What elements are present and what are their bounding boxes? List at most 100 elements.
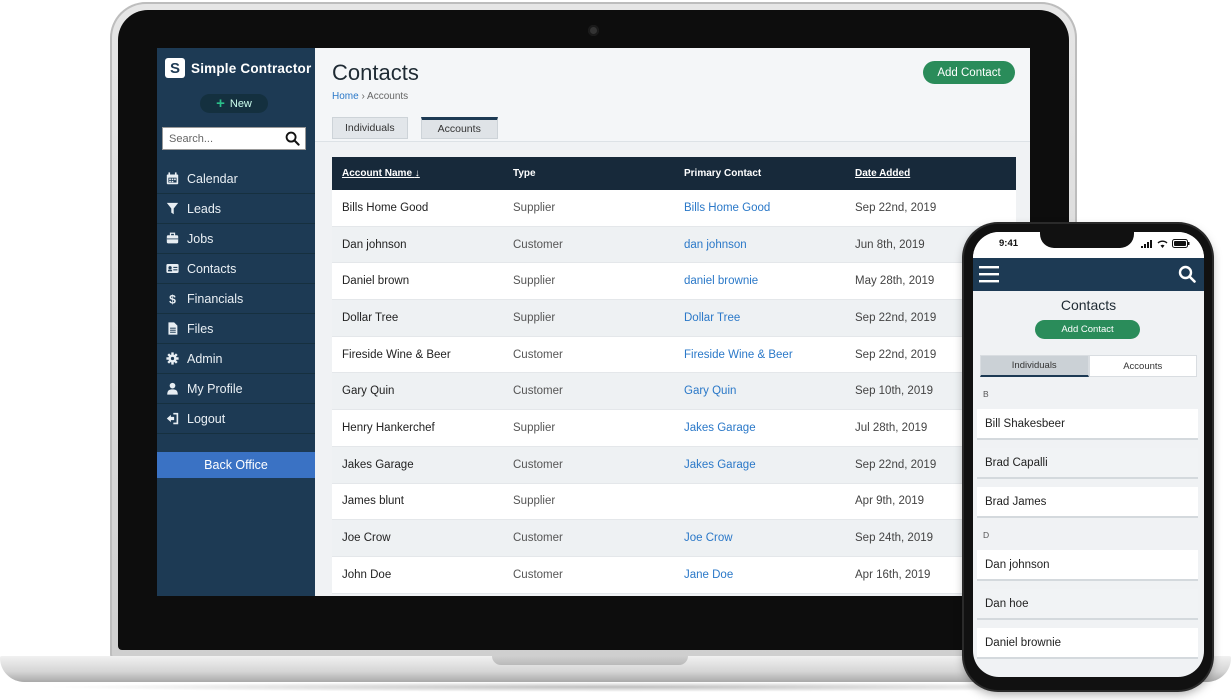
account-name-cell: Daniel brown	[342, 275, 410, 288]
type-cell: Supplier	[513, 311, 556, 324]
list-item[interactable]: Brad Capalli	[977, 448, 1198, 479]
breadcrumb-home-link[interactable]: Home	[332, 91, 359, 102]
tab-accounts[interactable]: Accounts	[420, 117, 498, 139]
list-item[interactable]: Bill Shakesbeer	[977, 409, 1198, 440]
column-header-account-name[interactable]: Account Name ↓	[332, 168, 503, 179]
table-header: Account Name ↓ Type Primary Contact Date…	[332, 157, 1016, 190]
sidebar-item-jobs[interactable]: Jobs	[157, 224, 315, 254]
mobile-app-bar	[973, 258, 1204, 291]
mobile-page-title: Contacts	[1060, 297, 1117, 313]
primary-contact-link[interactable]: Bills Home Good	[674, 202, 845, 214]
primary-contact-link[interactable]: Jane Doe	[674, 569, 845, 581]
column-header-date-added[interactable]: Date Added	[845, 168, 1016, 179]
section-letter: B	[983, 389, 989, 399]
primary-contact-link[interactable]: Dollar Tree	[674, 312, 845, 324]
sidebar-item-financials[interactable]: $ Financials	[157, 284, 315, 314]
table-row[interactable]: Daniel brown Supplier daniel brownie May 28…	[332, 263, 1016, 301]
svg-text:$: $	[169, 292, 176, 305]
mobile-tab-individuals[interactable]: Individuals	[980, 355, 1089, 377]
desktop-app-screen: S Simple Contractor + New Calendar Leads…	[157, 48, 1030, 596]
mobile-tab-accounts[interactable]: Accounts	[1088, 355, 1197, 377]
sidebar-item-calendar[interactable]: Calendar	[157, 164, 315, 194]
search-icon[interactable]	[285, 131, 300, 146]
type-cell: Customer	[513, 532, 563, 545]
search-input[interactable]	[169, 132, 279, 145]
phone-notch	[1040, 228, 1134, 248]
page-title: Contacts	[332, 60, 419, 85]
sidebar-item-label: Jobs	[187, 231, 214, 246]
back-office-button[interactable]: Back Office	[157, 452, 315, 478]
new-button-label: New	[229, 97, 252, 110]
brand[interactable]: S Simple Contractor	[165, 58, 311, 78]
table-row[interactable]: Dollar Tree Supplier Dollar Tree Sep 22nd, …	[332, 300, 1016, 337]
sidebar-item-admin[interactable]: Admin	[157, 344, 315, 374]
sidebar-item-label: Leads	[187, 201, 222, 216]
list-item[interactable]: Daniel brownie	[977, 628, 1198, 659]
primary-contact-link[interactable]: dan johnson	[674, 239, 845, 251]
table-row[interactable]: Dan johnson Customer dan johnson Jun 8th, 2…	[332, 226, 1016, 264]
sidebar-item-contacts[interactable]: Contacts	[157, 254, 315, 284]
type-cell: Customer	[513, 385, 563, 398]
sidebar-item-label: Logout	[187, 411, 226, 426]
sidebar-item-label: Admin	[187, 351, 223, 366]
account-name-cell: Dollar Tree	[342, 311, 399, 324]
sidebar-item-logout[interactable]: Logout	[157, 404, 315, 434]
account-name-cell: Fireside Wine & Beer	[342, 348, 451, 361]
search-box	[162, 127, 306, 150]
account-name-cell: Joe Crow	[342, 532, 391, 545]
primary-contact-link[interactable]: daniel brownie	[674, 275, 845, 287]
hamburger-menu-icon[interactable]	[979, 265, 999, 283]
search-icon[interactable]	[1178, 265, 1196, 283]
type-cell: Supplier	[513, 275, 556, 288]
sidebar-item-label: My Profile	[187, 381, 243, 396]
primary-contact-link[interactable]: Gary Quin	[674, 385, 845, 397]
mobile-add-contact-button[interactable]: Add Contact	[1035, 320, 1140, 339]
table-row[interactable]: Gary Quin Customer Gary Quin Sep 10th, 2019	[332, 373, 1016, 411]
page-header: Contacts Home › Accounts Add Contact Ind…	[315, 48, 1030, 142]
sidebar-item-files[interactable]: Files	[157, 314, 315, 344]
file-icon	[157, 322, 187, 335]
account-name-cell: Henry Hankerchef	[342, 421, 435, 434]
breadcrumb-current: Accounts	[367, 91, 409, 102]
primary-contact-link[interactable]: Jakes Garage	[674, 422, 845, 434]
table-row[interactable]: James blunt Supplier Apr 9th, 2019	[332, 483, 1016, 521]
table-row[interactable]: John Doe Customer Jane Doe Apr 16th, 2019	[332, 556, 1016, 594]
contact-card-icon	[157, 262, 187, 275]
type-cell: Customer	[513, 238, 563, 251]
list-item[interactable]: Brad James	[977, 487, 1198, 518]
primary-contact-link[interactable]: Fireside Wine & Beer	[674, 349, 845, 361]
table-row[interactable]: Jakes Garage Customer Jakes Garage Sep 22nd…	[332, 446, 1016, 484]
filter-icon	[157, 202, 187, 215]
account-name-cell: Gary Quin	[342, 385, 395, 398]
table-body: Bills Home Good Supplier Bills Home Good Se…	[332, 190, 1016, 594]
briefcase-icon	[157, 232, 187, 245]
breadcrumb: Home › Accounts	[332, 91, 408, 102]
sidebar-item-leads[interactable]: Leads	[157, 194, 315, 224]
column-header-primary-contact: Primary Contact	[684, 168, 762, 179]
wifi-icon	[1157, 240, 1168, 248]
user-icon	[157, 382, 187, 395]
column-header-label: Account Name	[342, 168, 413, 179]
gear-icon	[157, 352, 187, 365]
account-name-cell: John Doe	[342, 568, 392, 581]
sidebar-item-label: Contacts	[187, 261, 237, 276]
list-item[interactable]: Dan hoe	[977, 589, 1198, 620]
account-name-cell: Bills Home Good	[342, 201, 429, 214]
sidebar: S Simple Contractor + New Calendar Leads…	[157, 48, 315, 596]
tab-individuals[interactable]: Individuals	[332, 117, 408, 139]
table-row[interactable]: Joe Crow Customer Joe Crow Sep 24th, 2019	[332, 520, 1016, 557]
new-button[interactable]: + New	[200, 94, 268, 113]
column-header-type: Type	[513, 168, 536, 179]
primary-contact-link[interactable]: Joe Crow	[674, 532, 845, 544]
table-row[interactable]: Henry Hankerchef Supplier Jakes Garage Jul …	[332, 410, 1016, 447]
sidebar-item-label: Financials	[187, 291, 244, 306]
list-item[interactable]: Dan johnson	[977, 550, 1198, 581]
battery-icon	[1172, 239, 1190, 248]
sidebar-item-my-profile[interactable]: My Profile	[157, 374, 315, 404]
logout-icon	[157, 412, 187, 425]
primary-contact-link[interactable]: Jakes Garage	[674, 459, 845, 471]
table-row[interactable]: Bills Home Good Supplier Bills Home Good Se…	[332, 190, 1016, 227]
breadcrumb-separator: ›	[361, 91, 365, 102]
table-row[interactable]: Fireside Wine & Beer Customer Fireside Win…	[332, 336, 1016, 374]
add-contact-button[interactable]: Add Contact	[923, 61, 1015, 84]
